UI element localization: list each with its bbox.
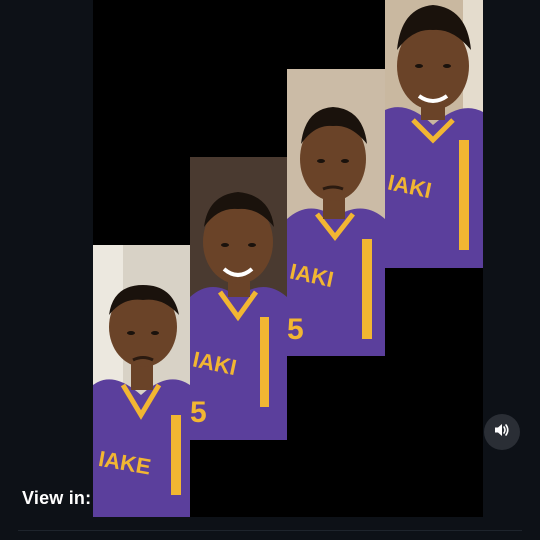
speaker-volume-icon (494, 422, 510, 443)
svg-text:5: 5 (287, 313, 304, 346)
video-post: IAKE IAKI 5 IAKI 5 IAKI View in: (0, 0, 540, 540)
svg-text:5: 5 (190, 396, 207, 429)
photo-panel-1: IAKE (93, 245, 190, 517)
sound-toggle-button[interactable] (484, 414, 520, 450)
photo-panel-2: IAKI 5 (190, 157, 287, 440)
photo-panel-4: IAKI (385, 0, 483, 268)
photo-panel-3: IAKI 5 (287, 69, 385, 356)
divider (18, 530, 522, 531)
view-in-label: View in: (22, 488, 92, 508)
